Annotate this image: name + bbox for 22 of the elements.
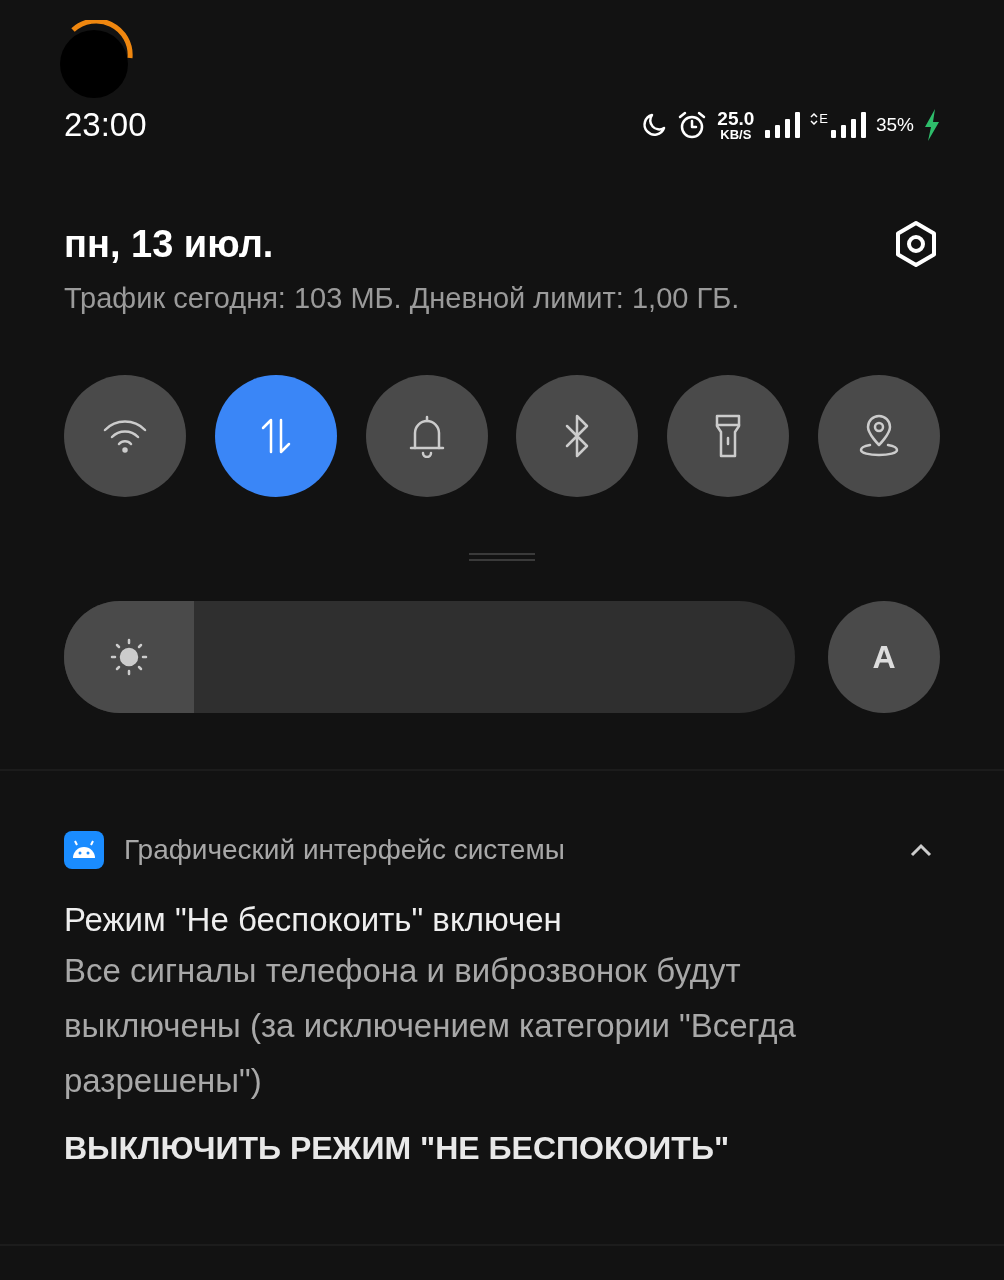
network-type: E: [819, 111, 828, 126]
signal-icon: [764, 111, 801, 139]
auto-brightness-button[interactable]: A: [828, 601, 940, 713]
notification-text: Все сигналы телефона и виброзвонок будут выключены (за исключением категории "Всегда разрешены"): [64, 951, 797, 1101]
location-pin-icon: [857, 413, 901, 459]
sun-icon: [109, 637, 150, 677]
turn-off-link[interactable]: ВЫКЛЮЧИТЬ РЕЖИМ "НЕ БЕСПОКОИТЬ": [64, 1130, 730, 1167]
drag-handle[interactable]: [469, 553, 535, 561]
traffic-usage: Трафик сегодня: 103 МБ. Дневной лимит: 1,00 ГБ.: [64, 282, 741, 315]
date: пн, 13 июл.: [64, 222, 274, 266]
notification-title: Режим "Не беспокоить" включен: [64, 901, 563, 939]
android-icon: [64, 831, 104, 869]
wifi-icon: [102, 418, 148, 454]
alarm-clock-icon: [677, 110, 708, 140]
network-speed: 25.0 KB/S: [717, 109, 755, 141]
caret-icon[interactable]: [910, 843, 932, 857]
app-name: Графический интерфейс системы: [124, 834, 565, 866]
updown-arrows-icon: [810, 113, 819, 125]
clock-time: 23:00: [64, 106, 147, 144]
moon-icon: [641, 112, 668, 138]
signal-icon: [829, 111, 866, 139]
battery-level: 35%: [875, 114, 914, 136]
